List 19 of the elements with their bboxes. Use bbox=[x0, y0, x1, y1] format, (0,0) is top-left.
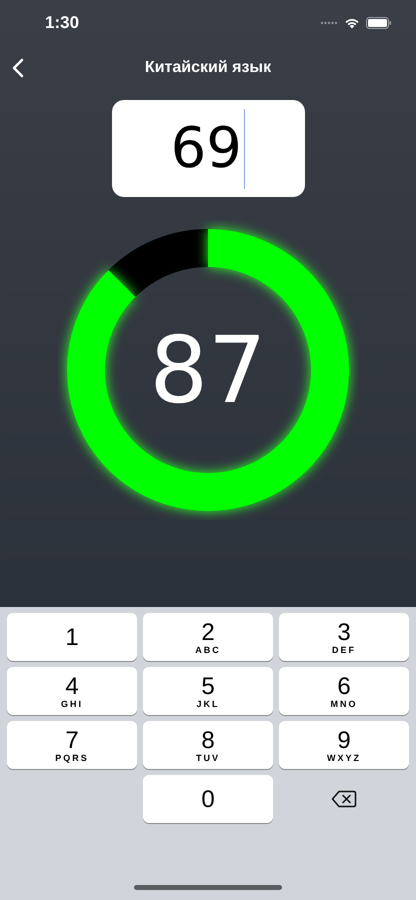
wifi-icon bbox=[344, 17, 360, 29]
keypad-key[interactable]: 5 JKL bbox=[143, 667, 273, 715]
keypad-key[interactable]: 3 DEF bbox=[279, 613, 409, 661]
backspace-icon bbox=[331, 790, 357, 808]
battery-icon bbox=[366, 17, 392, 29]
keypad-key[interactable]: 6 MNO bbox=[279, 667, 409, 715]
status-time: 1:30 bbox=[45, 13, 80, 33]
back-button[interactable] bbox=[10, 56, 26, 80]
keypad-key[interactable]: 0 bbox=[143, 775, 273, 823]
signal-icon bbox=[320, 21, 338, 25]
number-input[interactable]: 69 bbox=[112, 100, 304, 197]
keypad-key[interactable]: 8 TUV bbox=[143, 721, 273, 769]
gauge-value: 87 bbox=[149, 316, 267, 424]
keypad-key[interactable]: 1 bbox=[7, 613, 137, 661]
keypad-key[interactable]: 7 PQRS bbox=[7, 721, 137, 769]
keypad-key[interactable]: 2 ABC bbox=[143, 613, 273, 661]
keypad-key[interactable]: 9 WXYZ bbox=[279, 721, 409, 769]
screen-title: Китайский язык bbox=[144, 59, 272, 77]
keypad-key[interactable]: 4 GHI bbox=[7, 667, 137, 715]
